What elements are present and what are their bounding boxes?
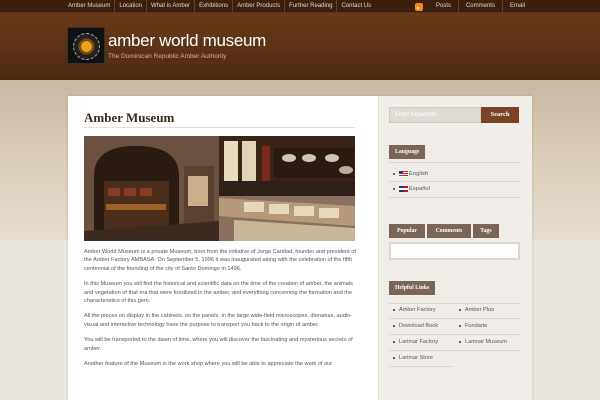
nav-contact-us[interactable]: Contact Us (337, 0, 375, 13)
divider (389, 197, 520, 198)
tab-tags[interactable]: Tags (473, 224, 499, 238)
link-download-book[interactable]: Download Book (393, 323, 438, 329)
comments-feed-link[interactable]: Comments (459, 0, 503, 13)
site-tagline: The Dominican Republic Amber Authority (108, 53, 227, 60)
nav-exhibitions[interactable]: Exhibitions (195, 0, 234, 13)
nav-amber-products[interactable]: Amber Products (233, 0, 286, 13)
language-english[interactable]: English (393, 171, 428, 177)
paragraph: You will be transported to the dawn of t… (84, 337, 353, 352)
nav-further-reading[interactable]: Further Reading (285, 0, 338, 13)
bullet-icon (459, 325, 461, 327)
tab-popular[interactable]: Popular (389, 224, 425, 238)
email-link[interactable]: Email (503, 0, 532, 13)
link-amber-plus[interactable]: Amber Plus (459, 307, 494, 313)
link-label: Larimar Museum (465, 339, 507, 345)
divider (389, 334, 520, 335)
language-label: Español (409, 186, 430, 192)
paragraph: In this Museum you will find the histori… (84, 281, 353, 304)
main-container: Amber Museum Amber World Museum is a pri… (68, 96, 532, 400)
link-larimar-store[interactable]: Larimar Store (393, 355, 433, 361)
post-content: Amber Museum Amber World Museum is a pri… (68, 96, 378, 400)
paragraph: Amber World Museum is a private Museum, … (84, 249, 356, 272)
bullet-icon (459, 309, 461, 311)
link-label: Larimar Factory (399, 339, 439, 345)
rss-icon[interactable] (414, 2, 423, 11)
sidebar: Enter keywords Search Language English E… (378, 96, 532, 400)
site-logo[interactable] (67, 27, 105, 64)
feed-links: Posts Comments Email (414, 0, 532, 13)
link-label: Larimar Store (399, 355, 433, 361)
link-label: Download Book (399, 323, 439, 329)
language-widget-title: Language (389, 145, 426, 159)
page-title: Amber Museum (84, 110, 175, 125)
divider (389, 162, 520, 163)
amber-seal-icon (73, 33, 100, 60)
nav-amber-museum[interactable]: Amber Museum (64, 0, 116, 13)
divider (389, 181, 520, 182)
main-nav: Amber Museum Location What is Amber Exhi… (64, 0, 375, 13)
bullet-icon (393, 341, 395, 343)
language-spanish[interactable]: Español (393, 186, 430, 192)
bullet-icon (393, 357, 395, 359)
bullet-icon (393, 309, 395, 311)
link-label: Amber Factory (399, 307, 436, 313)
us-flag-icon (399, 171, 408, 177)
top-nav-bar: Amber Museum Location What is Amber Exhi… (0, 0, 600, 13)
search-input[interactable]: Enter keywords (389, 107, 481, 123)
link-fundarte[interactable]: Fundarte (459, 323, 487, 329)
site-title[interactable]: amber world museum (108, 31, 266, 51)
site-header: amber world museum The Dominican Republi… (0, 13, 600, 80)
link-label: Fundarte (465, 323, 488, 329)
tab-comments[interactable]: Comments (427, 224, 471, 238)
divider (389, 318, 520, 319)
divider (389, 350, 520, 351)
paragraph: All the pieces on display in the cabinet… (84, 313, 353, 328)
link-larimar-factory[interactable]: Larimar Factory (393, 339, 438, 345)
language-label: English (409, 171, 429, 177)
search-button[interactable]: Search (481, 107, 519, 123)
helpful-links-widget-title: Helpful Links (389, 281, 436, 295)
nav-location[interactable]: Location (115, 0, 148, 13)
bullet-icon (393, 173, 395, 175)
bullet-icon (459, 341, 461, 343)
paragraph: Another feature of the Museum is the wor… (84, 360, 333, 367)
post-body: Amber World Museum is a private Museum, … (84, 248, 358, 375)
bullet-icon (393, 188, 395, 190)
link-larimar-museum[interactable]: Larimar Museum (459, 339, 507, 345)
dominican-flag-icon (399, 186, 408, 192)
nav-what-is-amber[interactable]: What is Amber (147, 0, 196, 13)
museum-interior-photo (84, 136, 355, 241)
link-amber-factory[interactable]: Amber Factory (393, 307, 436, 313)
title-divider (84, 127, 355, 128)
bullet-icon (393, 325, 395, 327)
tab-panel (389, 242, 520, 260)
divider (389, 366, 453, 367)
divider (389, 303, 520, 304)
link-label: Amber Plus (465, 307, 494, 313)
posts-feed-link[interactable]: Posts (429, 0, 459, 13)
